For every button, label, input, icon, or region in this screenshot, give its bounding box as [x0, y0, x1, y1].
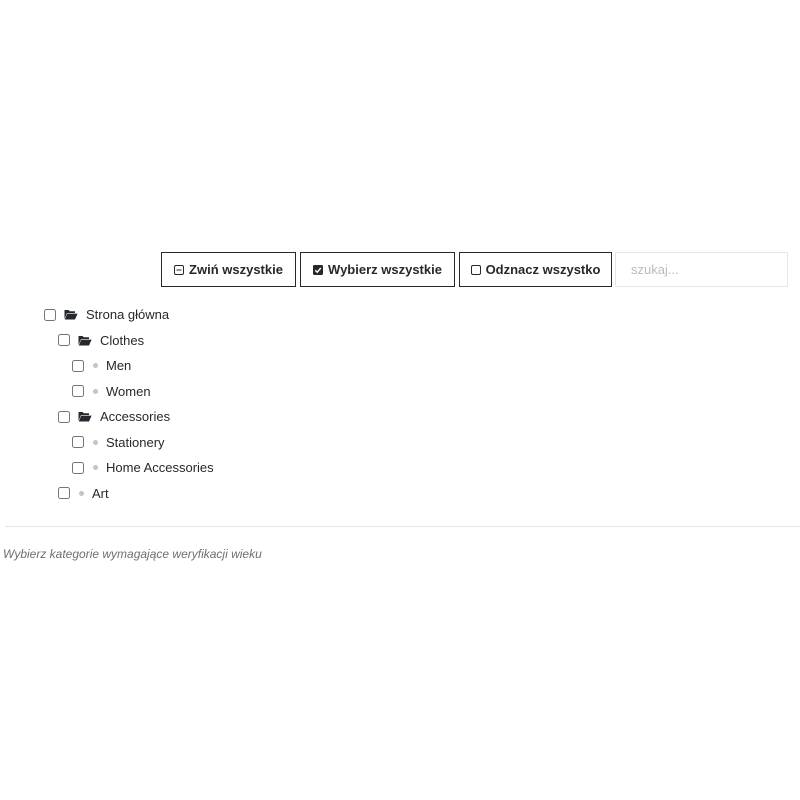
tree-node: Strona główna Clothes Men Women Accessor… [44, 302, 214, 506]
tree-node-label[interactable]: Women [106, 384, 151, 399]
category-checkbox[interactable] [58, 410, 70, 423]
select-all-button[interactable]: Wybierz wszystkie [300, 252, 455, 287]
category-checkbox[interactable] [58, 487, 70, 500]
unselect-all-button[interactable]: Odznacz wszystko [459, 252, 612, 287]
category-tree: Strona główna Clothes Men Women Accessor… [44, 302, 214, 506]
tree-node: Stationery [72, 430, 214, 456]
tree-children: Men Women [58, 353, 214, 404]
section-divider [5, 526, 800, 527]
tree-node: Accessories Stationery Home Accessories [58, 404, 214, 481]
category-checkbox[interactable] [72, 461, 84, 474]
tree-row-women: Women [72, 379, 214, 405]
tree-row-clothes: Clothes [58, 328, 214, 354]
folder-open-icon[interactable] [78, 335, 92, 346]
bullet-icon [93, 465, 98, 471]
tree-node-label[interactable]: Home Accessories [106, 460, 214, 475]
folder-open-icon[interactable] [64, 309, 78, 320]
category-checkbox[interactable] [72, 436, 84, 449]
tree-row-accessories: Accessories [58, 404, 214, 430]
collapse-square-icon [174, 264, 185, 275]
tree-row-art: Art [58, 481, 214, 507]
category-checkbox[interactable] [72, 359, 84, 372]
category-checkbox[interactable] [58, 334, 70, 347]
tree-node-label[interactable]: Strona główna [86, 307, 169, 322]
tree-node-label[interactable]: Clothes [100, 333, 144, 348]
tree-node-label[interactable]: Men [106, 358, 131, 373]
bullet-icon [93, 388, 98, 394]
bullet-icon [93, 363, 98, 369]
help-text: Wybierz kategorie wymagające weryfikacji… [3, 547, 262, 561]
bullet-icon [93, 439, 98, 445]
tree-row-home-accessories: Home Accessories [72, 455, 214, 481]
tree-children: Clothes Men Women Accessories Stationery… [44, 328, 214, 507]
select-all-label: Wybierz wszystkie [328, 262, 442, 277]
tree-node: Women [72, 379, 214, 405]
tree-node-label[interactable]: Accessories [100, 409, 170, 424]
unselect-all-label: Odznacz wszystko [485, 262, 601, 277]
tree-node-label[interactable]: Art [92, 486, 109, 501]
bullet-icon [79, 490, 84, 496]
collapse-all-button[interactable]: Zwiń wszystkie [161, 252, 296, 287]
checkbox-empty-icon [470, 264, 481, 275]
tree-row-root: Strona główna [44, 302, 214, 328]
tree-node: Men [72, 353, 214, 379]
collapse-all-label: Zwiń wszystkie [189, 262, 283, 277]
tree-children: Stationery Home Accessories [58, 430, 214, 481]
tree-node: Art [58, 481, 214, 507]
category-checkbox[interactable] [72, 385, 84, 398]
tree-row-men: Men [72, 353, 214, 379]
folder-open-icon[interactable] [78, 411, 92, 422]
tree-toolbar: Zwiń wszystkie Wybierz wszystkie Odznacz… [161, 252, 788, 287]
category-search-input[interactable] [615, 252, 788, 287]
tree-node: Clothes Men Women [58, 328, 214, 405]
tree-node: Home Accessories [72, 455, 214, 481]
category-checkbox[interactable] [44, 308, 56, 321]
tree-row-stationery: Stationery [72, 430, 214, 456]
checkbox-checked-icon [313, 264, 324, 275]
tree-node-label[interactable]: Stationery [106, 435, 165, 450]
